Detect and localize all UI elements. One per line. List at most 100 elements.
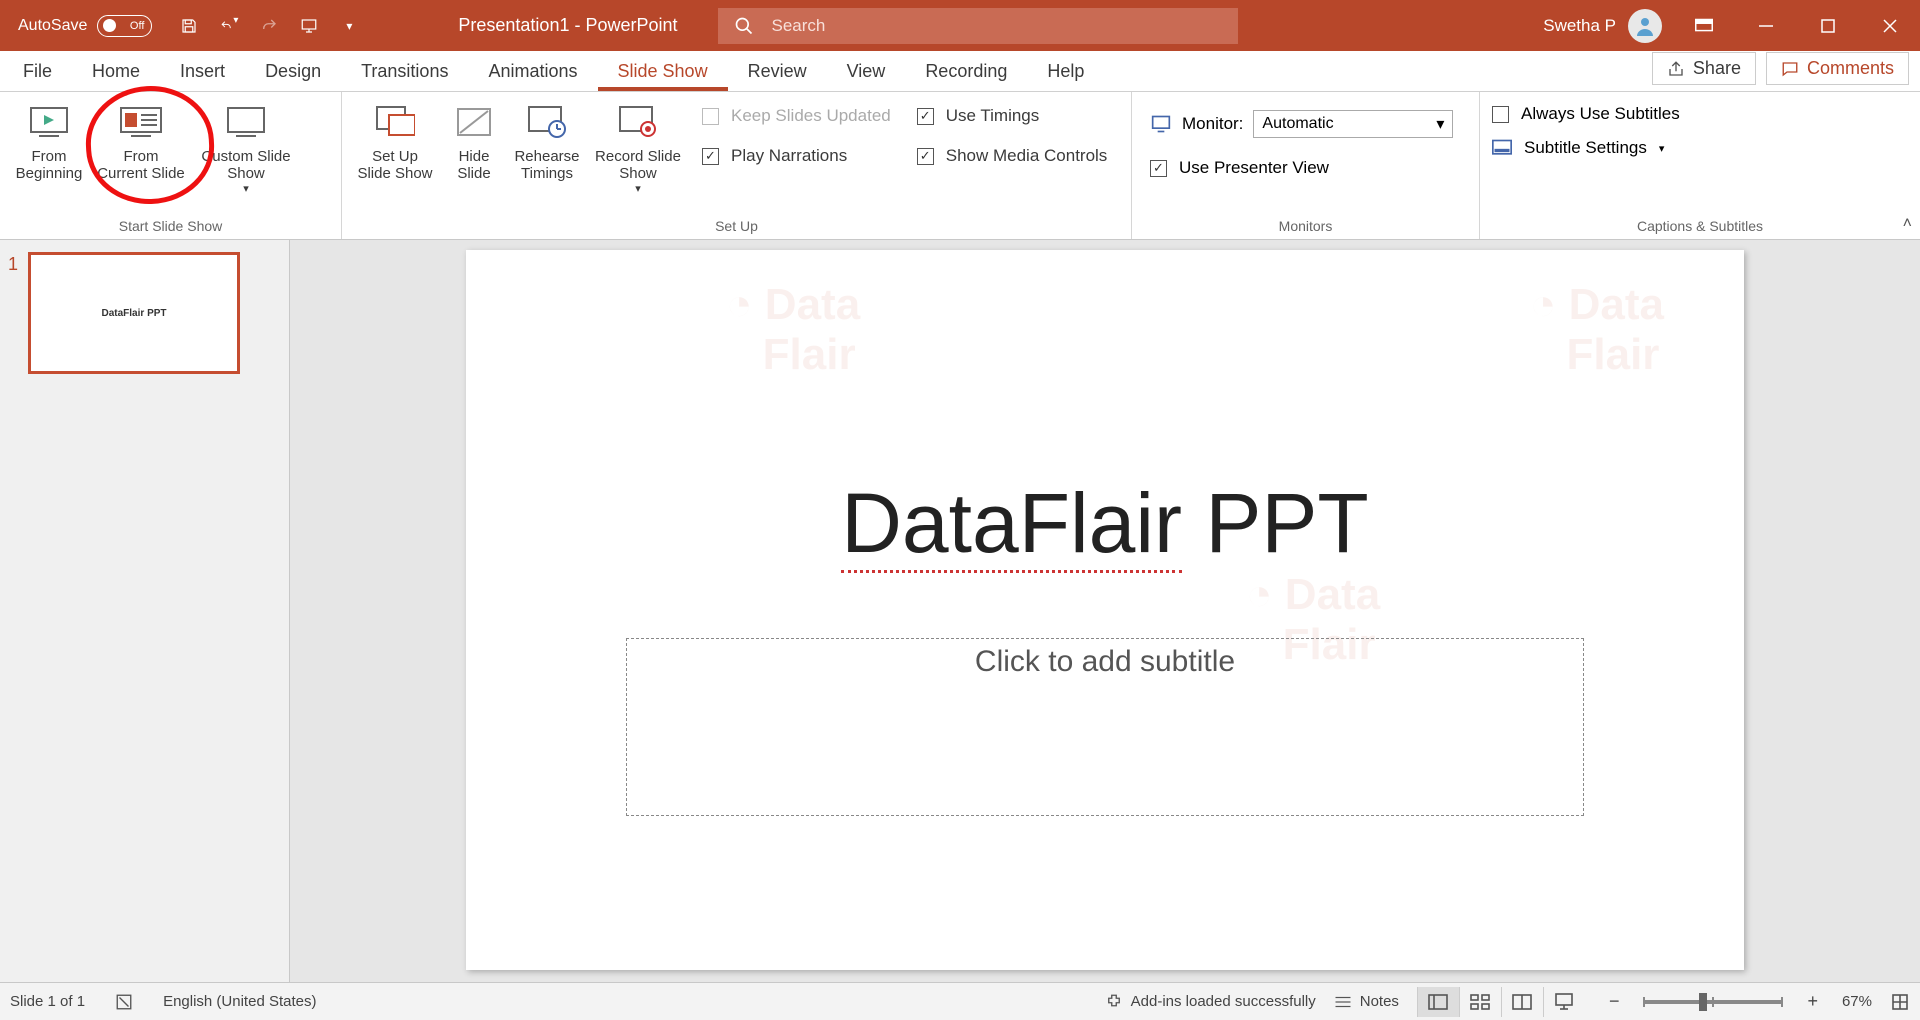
always-use-subtitles-label: Always Use Subtitles (1521, 104, 1680, 124)
setup-slide-show-button[interactable]: Set Up Slide Show (350, 98, 440, 182)
subtitle-placeholder-box[interactable]: Click to add subtitle (626, 638, 1584, 816)
monitor-icon (1150, 114, 1172, 134)
custom-slide-show-button[interactable]: Custom Slide Show ▾ (192, 98, 300, 195)
record-slide-show-button[interactable]: Record Slide Show ▾ (588, 98, 688, 195)
tab-file[interactable]: File (3, 52, 72, 91)
autosave-label: AutoSave (18, 17, 87, 35)
monitor-select[interactable]: Automatic▾ (1253, 110, 1453, 138)
notes-label: Notes (1360, 993, 1399, 1010)
slide-thumbnail-1[interactable]: DataFlair PPT (28, 252, 240, 374)
normal-view-icon[interactable] (1417, 987, 1459, 1017)
thumb-title: DataFlair PPT (102, 308, 167, 319)
rehearse-timings-button[interactable]: Rehearse Timings (508, 98, 586, 182)
custom-slide-show-icon (226, 102, 266, 142)
tab-insert[interactable]: Insert (160, 52, 245, 91)
subtitle-settings-button[interactable]: Subtitle Settings ▾ (1492, 138, 1664, 158)
reading-view-icon[interactable] (1501, 987, 1543, 1017)
addins-status[interactable]: Add-ins loaded successfully (1105, 993, 1316, 1011)
tab-review[interactable]: Review (728, 52, 827, 91)
maximize-icon[interactable] (1808, 6, 1848, 46)
addins-icon (1105, 993, 1123, 1011)
zoom-in-button[interactable]: + (1801, 991, 1824, 1012)
from-current-slide-icon (119, 102, 163, 142)
fit-to-window-icon[interactable] (1890, 992, 1910, 1012)
subtitle-placeholder-text: Click to add subtitle (975, 645, 1235, 815)
share-label: Share (1693, 58, 1741, 79)
from-current-slide-button[interactable]: From Current Slide (92, 98, 190, 182)
qat-more-icon[interactable]: ▾ (340, 19, 358, 33)
autosave-state: Off (130, 20, 144, 32)
share-button[interactable]: Share (1652, 52, 1756, 85)
from-beginning-icon (29, 102, 69, 142)
titlebar: AutoSave Off ▾ ▾ Presentation1 - PowerPo… (0, 0, 1920, 51)
present-icon[interactable] (300, 15, 318, 37)
slide-title[interactable]: DataFlair PPT (466, 475, 1744, 572)
ribbon-collapse-icon[interactable]: ˄ (1903, 215, 1912, 233)
chevron-down-icon: ▾ (1436, 114, 1444, 134)
search-input[interactable]: Search (718, 8, 1238, 44)
save-icon[interactable] (180, 15, 198, 37)
rehearse-timings-icon (527, 102, 567, 142)
slide-canvas[interactable]: ◔ Data Flair ◔ Data Flair ◔ Data Flair D… (466, 250, 1744, 970)
tab-animations[interactable]: Animations (468, 52, 597, 91)
group-label-set-up: Set Up (350, 218, 1123, 236)
autosave-toggle[interactable]: AutoSave Off (0, 15, 170, 37)
minimize-icon[interactable] (1746, 6, 1786, 46)
subtitle-settings-icon (1492, 139, 1512, 157)
from-current-slide-label: From Current Slide (97, 148, 185, 182)
slide-show-view-icon[interactable] (1543, 987, 1585, 1017)
notes-button[interactable]: Notes (1334, 993, 1399, 1010)
language-button[interactable]: English (United States) (163, 993, 316, 1010)
share-icon (1667, 60, 1685, 78)
use-timings-checkbox[interactable]: Use Timings (917, 106, 1108, 126)
from-beginning-button[interactable]: From Beginning (8, 98, 90, 182)
hide-slide-button[interactable]: Hide Slide (442, 98, 506, 182)
keep-slides-updated-label: Keep Slides Updated (731, 106, 891, 126)
always-use-subtitles-checkbox[interactable]: Always Use Subtitles (1492, 104, 1680, 124)
comments-button[interactable]: Comments (1766, 52, 1909, 85)
comments-icon (1781, 60, 1799, 78)
group-label-monitors: Monitors (1140, 218, 1471, 236)
redo-icon[interactable] (260, 15, 278, 37)
chevron-down-icon: ▾ (1659, 142, 1665, 155)
chevron-down-icon: ▾ (635, 182, 641, 195)
rehearse-timings-label: Rehearse Timings (514, 148, 579, 182)
zoom-slider[interactable] (1643, 1000, 1783, 1004)
user-name: Swetha P (1543, 16, 1616, 36)
slide-sorter-view-icon[interactable] (1459, 987, 1501, 1017)
thumb-number: 1 (8, 252, 18, 374)
group-label-captions: Captions & Subtitles (1488, 218, 1912, 236)
zoom-percent[interactable]: 67% (1842, 993, 1872, 1010)
ribbon-display-icon[interactable] (1684, 6, 1724, 46)
hide-slide-label: Hide Slide (457, 148, 490, 182)
user-account[interactable]: Swetha P (1543, 9, 1662, 43)
subtitle-settings-label: Subtitle Settings (1524, 138, 1647, 158)
setup-slide-show-icon (375, 102, 415, 142)
tab-help[interactable]: Help (1027, 52, 1104, 91)
tab-slide-show[interactable]: Slide Show (598, 52, 728, 91)
slide-position: Slide 1 of 1 (10, 993, 85, 1010)
tab-view[interactable]: View (827, 52, 906, 91)
use-presenter-view-label: Use Presenter View (1179, 158, 1329, 178)
tab-design[interactable]: Design (245, 52, 341, 91)
accessibility-icon[interactable] (115, 993, 133, 1011)
use-presenter-view-checkbox[interactable]: Use Presenter View (1140, 158, 1329, 178)
undo-icon[interactable]: ▾ (220, 15, 238, 37)
group-label-start-slide-show: Start Slide Show (8, 218, 333, 236)
tab-transitions[interactable]: Transitions (341, 52, 468, 91)
watermark: ◔ Data Flair (1530, 280, 1664, 380)
tab-home[interactable]: Home (72, 52, 160, 91)
statusbar: Slide 1 of 1 English (United States) Add… (0, 982, 1920, 1020)
comments-label: Comments (1807, 58, 1894, 79)
show-media-controls-label: Show Media Controls (946, 146, 1108, 166)
tab-recording[interactable]: Recording (905, 52, 1027, 91)
search-icon (734, 16, 754, 36)
use-timings-label: Use Timings (946, 106, 1040, 126)
play-narrations-checkbox[interactable]: Play Narrations (702, 146, 891, 166)
keep-slides-updated-checkbox[interactable]: Keep Slides Updated (702, 106, 891, 126)
addins-label: Add-ins loaded successfully (1131, 993, 1316, 1010)
close-icon[interactable] (1870, 6, 1910, 46)
zoom-out-button[interactable]: − (1603, 991, 1626, 1012)
show-media-controls-checkbox[interactable]: Show Media Controls (917, 146, 1108, 166)
hide-slide-icon (456, 102, 492, 142)
